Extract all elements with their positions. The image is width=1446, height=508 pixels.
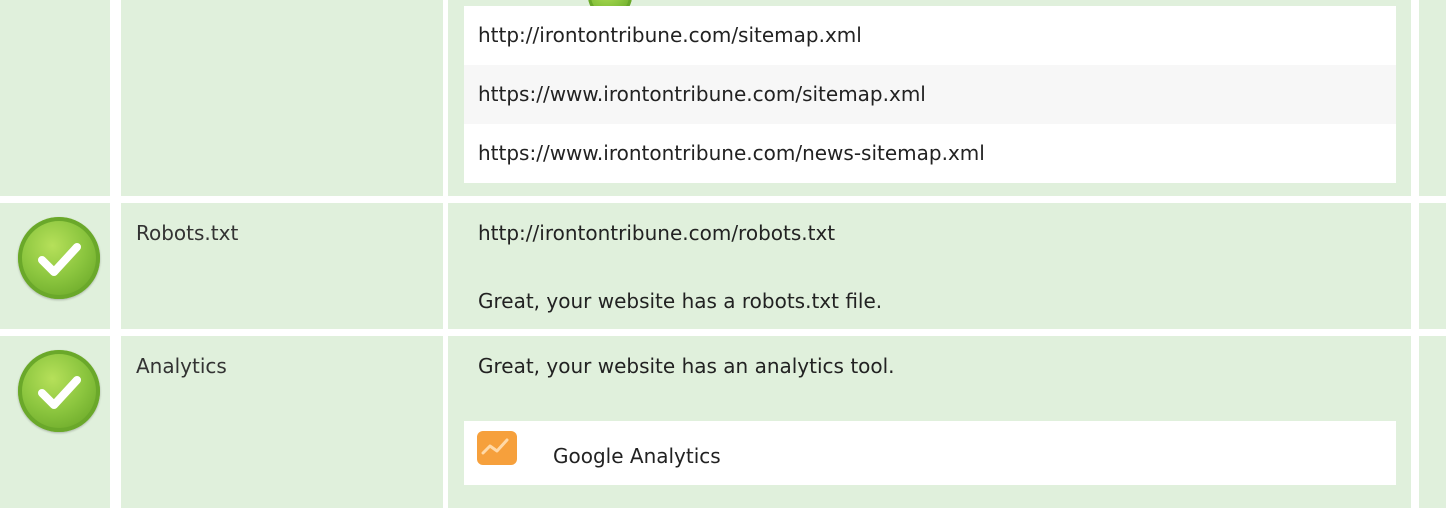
robots-message: Great, your website has a robots.txt fil… bbox=[478, 289, 883, 313]
sitemap-url-row[interactable]: http://irontontribune.com/sitemap.xml bbox=[464, 6, 1396, 65]
sitemap-url-row[interactable]: https://www.irontontribune.com/news-site… bbox=[464, 124, 1396, 183]
check-icon bbox=[18, 350, 100, 432]
sitemap-extra-cell bbox=[1419, 0, 1446, 196]
robots-url[interactable]: http://irontontribune.com/robots.txt bbox=[478, 221, 835, 245]
sitemap-url[interactable]: https://www.irontontribune.com/sitemap.x… bbox=[478, 82, 926, 106]
analytics-message: Great, your website has an analytics too… bbox=[478, 354, 895, 378]
google-analytics-icon bbox=[477, 431, 517, 465]
sitemap-status-cell bbox=[0, 0, 110, 196]
analytics-tool-name: Google Analytics bbox=[553, 444, 721, 468]
robots-extra-cell bbox=[1419, 203, 1446, 329]
analytics-label: Analytics bbox=[136, 354, 227, 378]
sitemap-label-cell bbox=[121, 0, 443, 196]
check-icon bbox=[18, 217, 100, 299]
sitemap-url-row[interactable]: https://www.irontontribune.com/sitemap.x… bbox=[464, 65, 1396, 124]
analytics-extra-cell bbox=[1419, 336, 1446, 508]
analytics-tool-item: Google Analytics bbox=[464, 421, 1396, 485]
sitemap-url[interactable]: https://www.irontontribune.com/news-site… bbox=[478, 141, 985, 165]
robots-label: Robots.txt bbox=[136, 221, 239, 245]
sitemap-url[interactable]: http://irontontribune.com/sitemap.xml bbox=[478, 23, 862, 47]
